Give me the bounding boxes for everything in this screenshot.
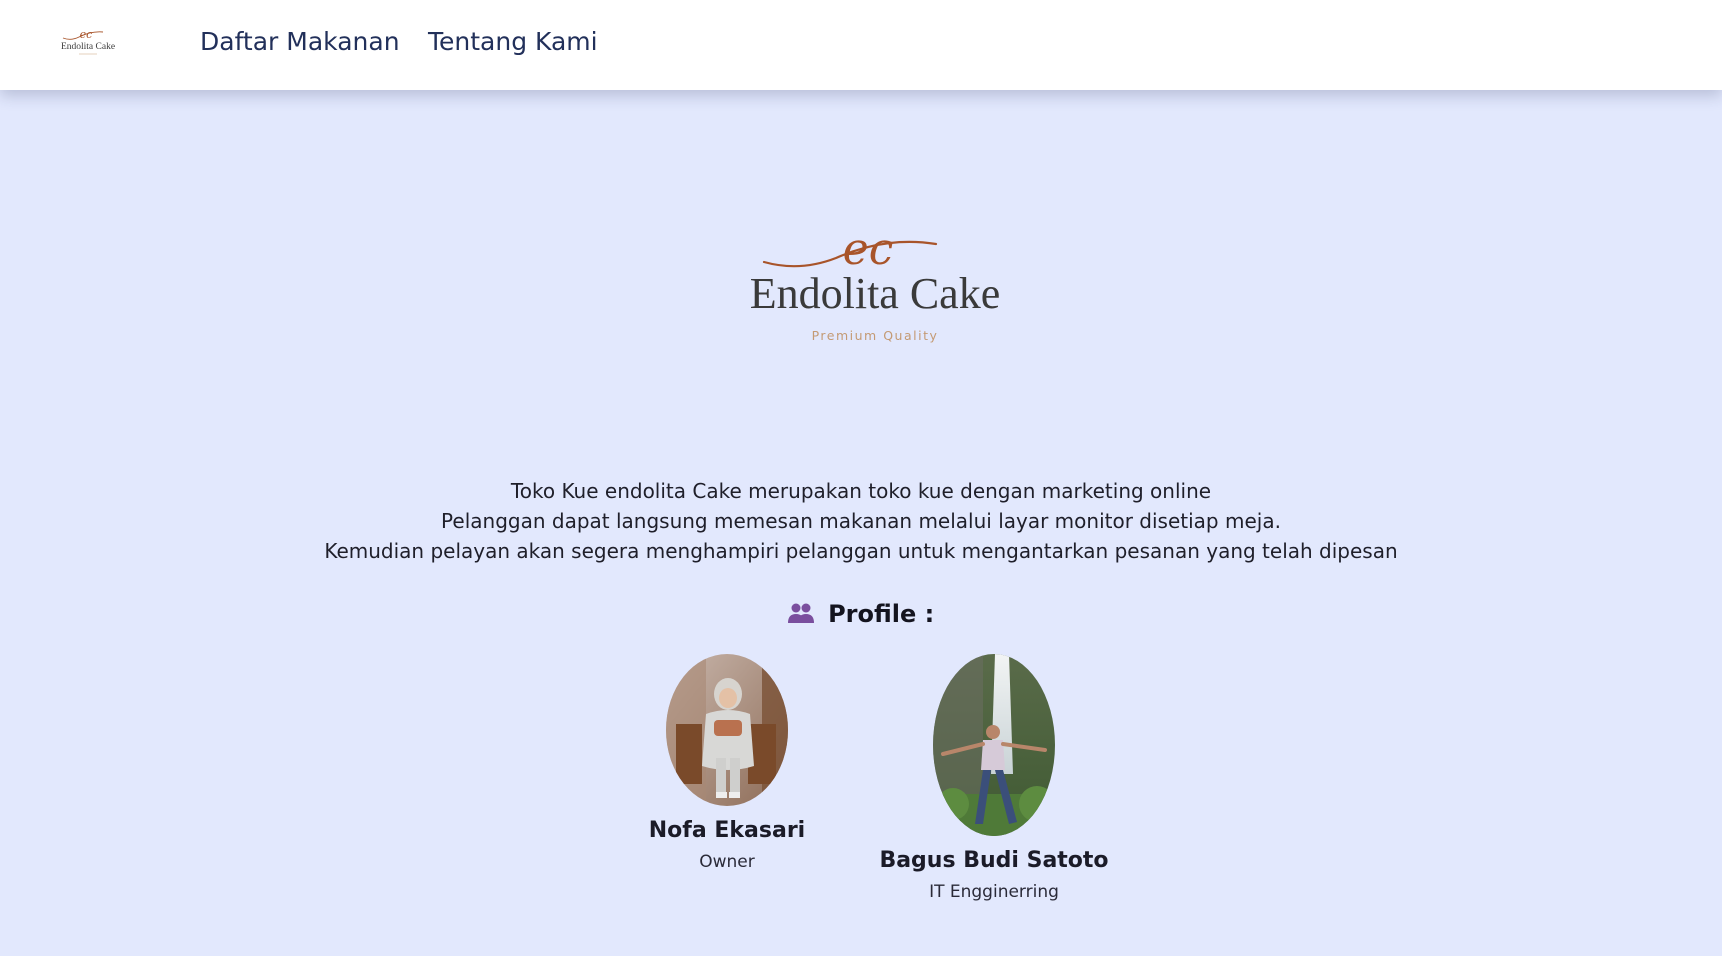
svg-text:ec: ec (80, 28, 93, 41)
hero-logo: ec Endolita Cake Premium Quality (750, 228, 1001, 343)
avatar (666, 654, 788, 806)
hero-logo-tagline: Premium Quality (812, 328, 939, 343)
people-icon (787, 603, 814, 623)
svg-text:Endolita Cake: Endolita Cake (61, 42, 115, 52)
hero-logo-title: Endolita Cake (750, 269, 1001, 318)
description-line-2: Pelanggan dapat langsung memesan makanan… (441, 509, 1281, 533)
member-role: IT Engginerring (929, 882, 1059, 902)
bottom-strip (0, 956, 1722, 968)
avatar (933, 654, 1055, 836)
navbar: ec Endolita Cake Daftar Makanan Tentang … (0, 0, 1722, 90)
description-line-3: Kemudian pelayan akan segera menghampiri… (324, 539, 1398, 563)
hero-logo-monogram: ec (843, 228, 894, 275)
description-line-1: Toko Kue endolita Cake merupakan toko ku… (510, 479, 1212, 503)
member-role: Owner (699, 852, 755, 872)
nav-link-daftar-makanan[interactable]: Daftar Makanan (200, 24, 400, 60)
profile-card: Nofa Ekasari Owner (587, 654, 867, 875)
about-description: Toko Kue endolita Cake merupakan toko ku… (0, 476, 1722, 566)
profile-heading: Profile : (0, 596, 1722, 632)
profile-card: Bagus Budi Satoto IT Engginerring (854, 654, 1134, 905)
member-name: Bagus Budi Satoto (879, 848, 1109, 873)
nav-link-tentang-kami[interactable]: Tentang Kami (428, 24, 598, 60)
brand-logo[interactable]: ec Endolita Cake (57, 27, 119, 61)
member-name: Nofa Ekasari (648, 818, 806, 843)
profile-heading-label: Profile : (828, 600, 935, 628)
